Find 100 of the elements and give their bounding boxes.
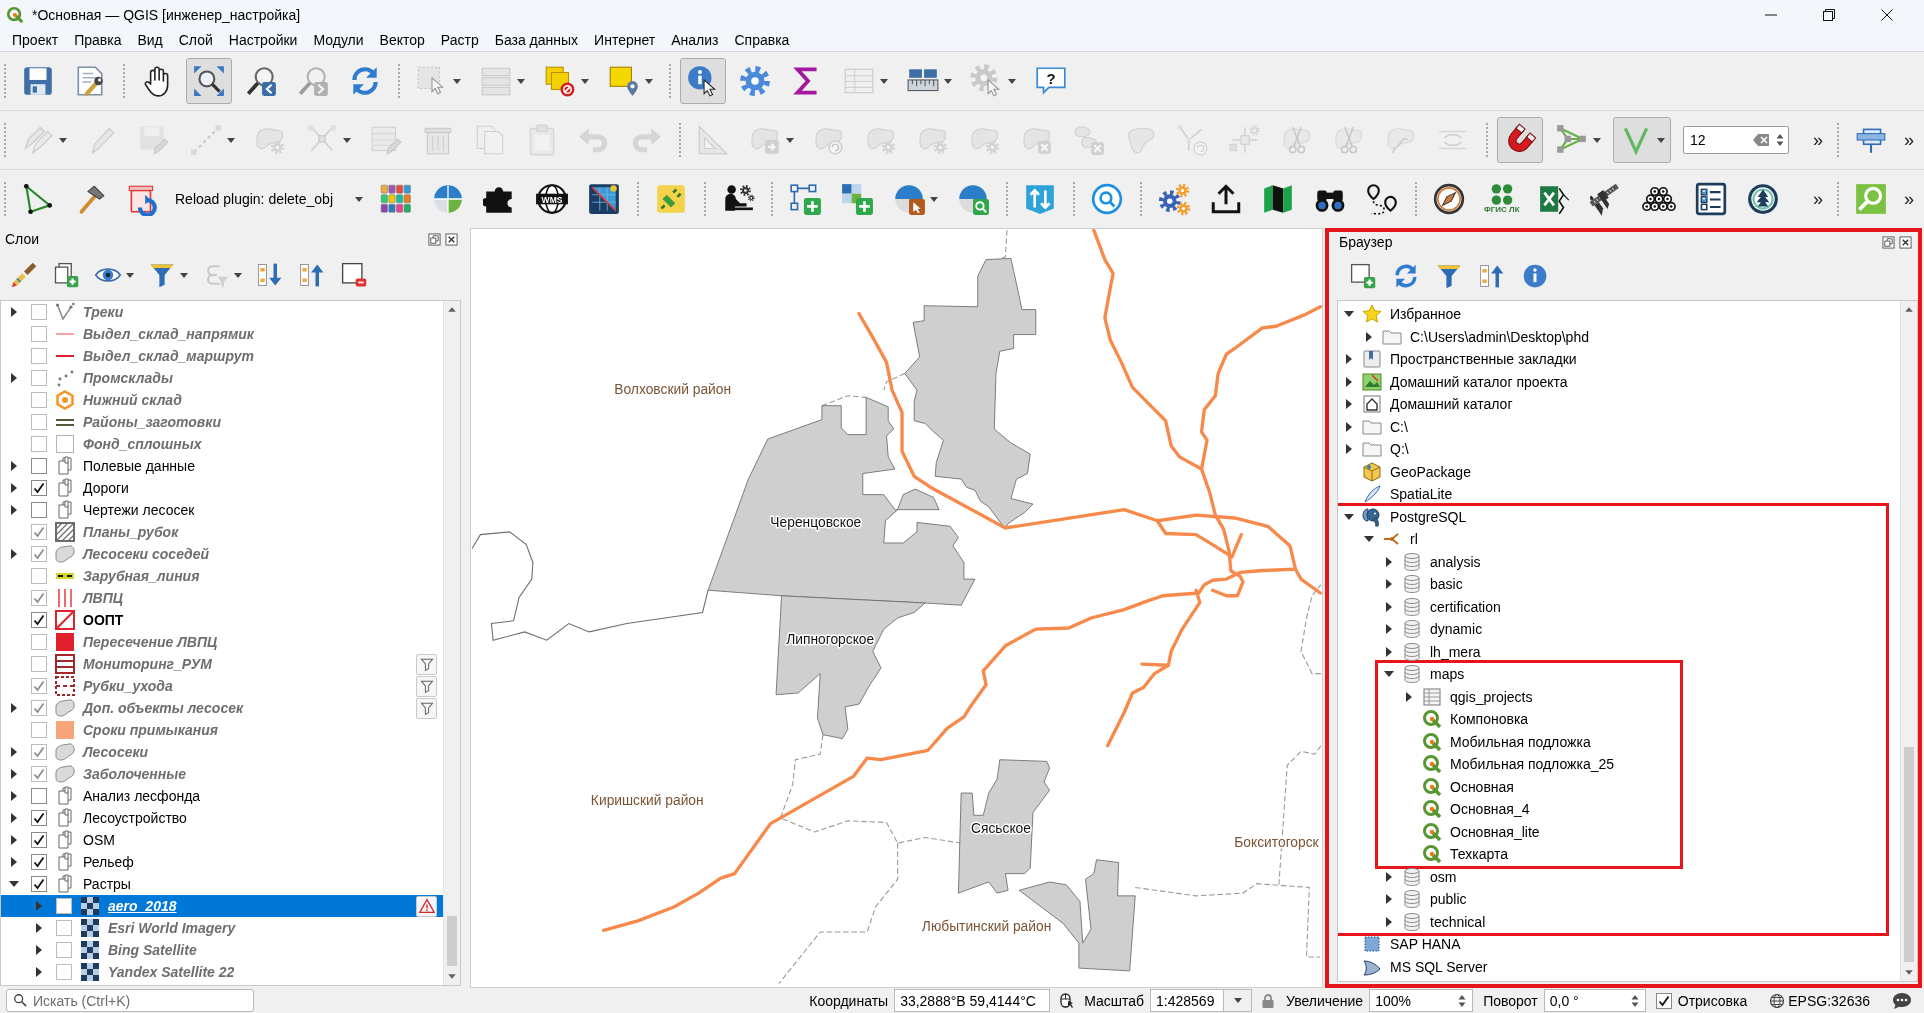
menu-item[interactable]: Слой (170, 30, 221, 50)
overflow-button[interactable]: » (1900, 188, 1918, 210)
checkbox[interactable] (31, 744, 47, 760)
tree-item[interactable]: MS SQL Server (1390, 958, 1488, 975)
layer-label[interactable]: Yandex Satellite 22 (108, 964, 235, 980)
tree-item[interactable]: SAP HANA (1390, 936, 1461, 953)
tree-item[interactable]: maps (1430, 666, 1465, 683)
speech-bubble-icon[interactable] (1892, 991, 1912, 1010)
toolbar-button[interactable] (1497, 117, 1543, 163)
checkbox[interactable] (56, 898, 72, 914)
layer-label[interactable]: Фонд_сплошных (83, 436, 202, 452)
layer-label[interactable]: Районы_заготовки (83, 414, 221, 430)
layer-label[interactable]: Esri World Imagery (108, 920, 236, 936)
checkbox[interactable] (1655, 992, 1672, 1009)
menu-item[interactable]: Правка (66, 30, 130, 50)
search-field[interactable]: Искать (Ctrl+K) (6, 989, 254, 1012)
checkbox[interactable] (31, 370, 47, 386)
checkbox[interactable] (31, 326, 47, 342)
dropdown-button[interactable] (1224, 989, 1253, 1012)
coordinates-field[interactable]: 33,2888°В 59,4144°С (894, 989, 1051, 1012)
tree-item[interactable]: Домашний каталог (1390, 396, 1513, 413)
checkbox[interactable] (31, 656, 47, 672)
layer-label[interactable]: Лесосеки соседей (83, 546, 210, 562)
tree-item[interactable]: technical (1430, 913, 1486, 930)
layer-label[interactable]: Зарубная_линия (83, 568, 200, 584)
indicator-button[interactable] (416, 895, 437, 917)
checkbox[interactable] (31, 876, 47, 892)
layer-label[interactable]: Сроки примыкания (83, 722, 219, 738)
checkbox[interactable] (31, 832, 47, 848)
layer-label[interactable]: Заболоченные (83, 766, 186, 782)
indicator-button[interactable] (416, 653, 437, 675)
layer-label[interactable]: Выдел_склад_маршрут (83, 348, 254, 364)
layer-label[interactable]: aero_2018 (108, 898, 177, 914)
checkbox[interactable] (31, 612, 47, 628)
plugin-dropdown[interactable]: Reload plugin: delete_obj (171, 185, 367, 213)
tree-item[interactable]: Мобильная подложка (1450, 733, 1591, 750)
checkbox[interactable] (31, 502, 47, 518)
tree-item[interactable]: Основная_4 (1450, 801, 1530, 818)
menu-item[interactable]: Вектор (371, 30, 433, 50)
menu-item[interactable]: Проект (4, 30, 67, 50)
layer-label[interactable]: Доп. объекты лесосек (83, 700, 244, 716)
checkbox[interactable] (31, 304, 47, 320)
indicator-button[interactable] (416, 675, 437, 697)
checkbox[interactable] (31, 568, 47, 584)
tree-item[interactable]: PostgreSQL (1390, 508, 1467, 525)
menu-item[interactable]: Вид (129, 30, 171, 50)
checkbox[interactable] (31, 392, 47, 408)
layer-label[interactable]: Полевые данные (83, 458, 195, 474)
menu-item[interactable]: Модули (305, 30, 372, 50)
tree-item[interactable]: C:\ (1390, 418, 1408, 435)
layer-label[interactable]: Мониторинг_РУМ (83, 656, 212, 672)
tree-item[interactable]: Основная (1450, 778, 1514, 795)
menu-item[interactable]: Анализ (663, 30, 727, 50)
checkbox[interactable] (31, 700, 47, 716)
layer-label[interactable]: Пересечение ЛВПЦ (83, 634, 218, 650)
crs-button[interactable]: EPSG:32636 (1769, 992, 1870, 1009)
tree-item[interactable]: qgis_projects (1450, 688, 1533, 705)
layer-label[interactable]: Лесосеки (83, 744, 149, 760)
checkbox[interactable] (56, 920, 72, 936)
checkbox[interactable] (31, 722, 47, 738)
layer-label[interactable]: Рубки_ухода (83, 678, 173, 694)
tree-item[interactable]: Избранное (1390, 306, 1461, 323)
layer-label[interactable]: Выдел_склад_напрямик (83, 326, 254, 342)
tree-item[interactable]: Компоновка (1450, 711, 1529, 728)
menu-item[interactable]: Растр (432, 30, 487, 50)
clear-icon[interactable] (1753, 134, 1769, 146)
toolbar-button[interactable]: WMS (529, 176, 575, 222)
tree-item[interactable]: lh_mera (1430, 643, 1481, 660)
tree-item[interactable]: Техкарта (1450, 846, 1508, 863)
tree-item[interactable]: Основная_lite (1450, 823, 1540, 840)
indicator-button[interactable] (416, 697, 437, 719)
checkbox[interactable] (56, 964, 72, 980)
tree-item[interactable]: basic (1430, 576, 1463, 593)
layer-label[interactable]: ЛВПЦ (83, 590, 123, 606)
layer-label[interactable]: Нижний склад (83, 392, 182, 408)
layer-label[interactable]: Растры (83, 876, 131, 892)
layer-label[interactable]: OSM (83, 832, 115, 848)
checkbox[interactable] (31, 590, 47, 606)
tree-item[interactable]: Мобильная подложка_25 (1450, 756, 1615, 773)
tree-item[interactable]: osm (1430, 868, 1457, 885)
lock-icon[interactable] (1260, 992, 1277, 1009)
checkbox[interactable] (31, 854, 47, 870)
tree-item[interactable]: dynamic (1430, 621, 1483, 638)
tree-item[interactable]: rl (1410, 531, 1418, 548)
checkbox[interactable] (31, 458, 47, 474)
checkbox[interactable] (31, 634, 47, 650)
menu-item[interactable]: Интернет (586, 30, 664, 50)
tree-item[interactable]: certification (1430, 598, 1501, 615)
checkbox[interactable] (31, 810, 47, 826)
checkbox[interactable] (31, 480, 47, 496)
scrollbar[interactable] (1900, 301, 1917, 981)
menu-item[interactable]: Настройки (220, 30, 306, 50)
checkbox[interactable] (31, 436, 47, 452)
tree-item[interactable]: Домашний каталог проекта (1390, 373, 1568, 390)
overflow-button[interactable]: » (1808, 188, 1827, 210)
scrollbar-thumb[interactable] (447, 916, 457, 966)
layer-label[interactable]: Рельеф (83, 854, 134, 870)
magnifier-field[interactable]: 100% (1369, 989, 1474, 1012)
layer-label[interactable]: Дороги (83, 480, 129, 496)
checkbox[interactable] (31, 348, 47, 364)
